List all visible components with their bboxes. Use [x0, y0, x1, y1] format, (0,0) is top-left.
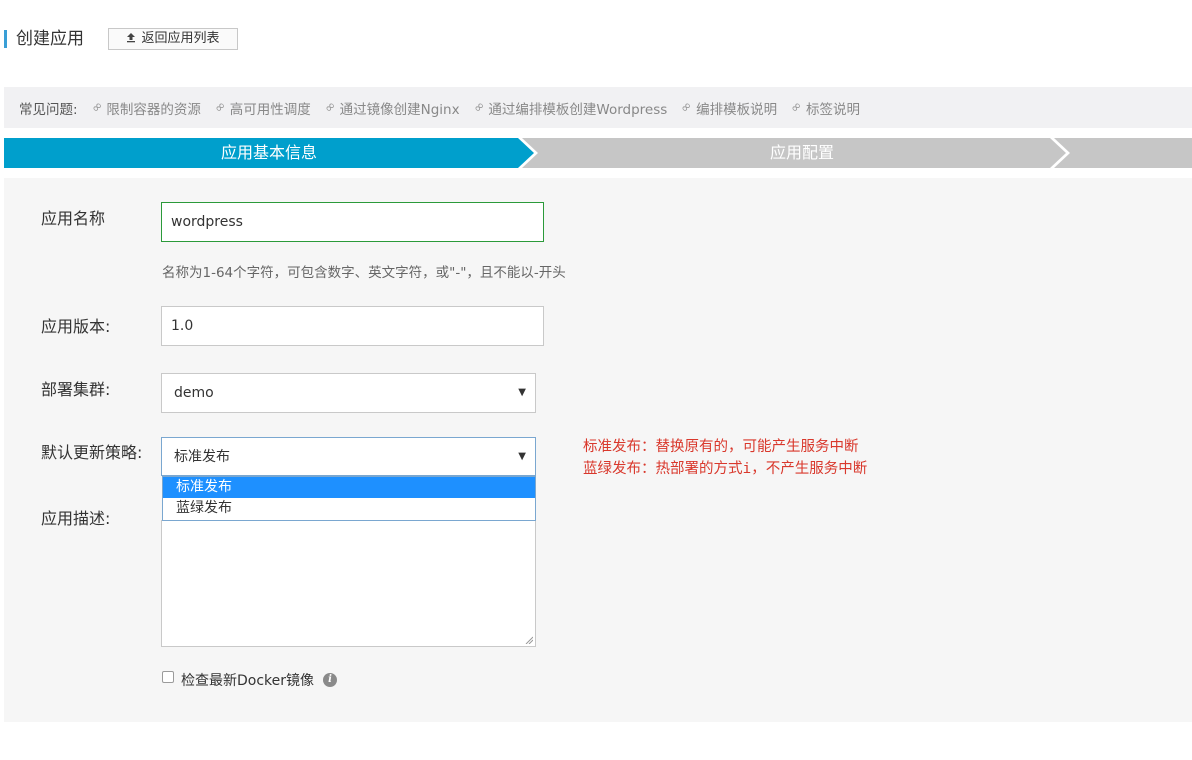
- faq-link-label-docs[interactable]: ∞ 标签说明: [787, 98, 860, 118]
- cluster-select[interactable]: demo ▼: [161, 373, 536, 413]
- faq-label: 常见问题:: [19, 101, 78, 118]
- app-version-input[interactable]: 1.0: [161, 306, 544, 346]
- strategy-note-standard: 标准发布：替换原有的，可能产生服务中断: [583, 439, 859, 455]
- check-latest-image-checkbox[interactable]: [162, 671, 174, 683]
- update-strategy-select[interactable]: 标准发布 ▼: [161, 437, 536, 476]
- faq-link-wordpress-template[interactable]: ∞ 通过编排模板创建Wordpress: [470, 98, 668, 118]
- caret-down-icon: ▼: [518, 387, 526, 398]
- faq-link-label: 高可用性调度: [229, 101, 311, 118]
- back-button-label: 返回应用列表: [141, 31, 220, 46]
- link-icon: ∞: [321, 98, 340, 117]
- update-strategy-value: 标准发布: [174, 449, 230, 465]
- faq-link-label: 编排模板说明: [696, 101, 778, 118]
- cluster-label: 部署集群:: [41, 380, 111, 399]
- faq-link-label: 通过镜像创建Nginx: [339, 101, 460, 118]
- cluster-select-value: demo: [174, 385, 214, 401]
- back-to-app-list-button[interactable]: 返回应用列表: [108, 28, 238, 50]
- link-icon: ∞: [787, 98, 806, 117]
- resize-handle-icon[interactable]: [525, 636, 533, 644]
- app-name-input[interactable]: wordpress: [161, 202, 544, 242]
- step-app-config[interactable]: 应用配置: [538, 138, 1066, 168]
- faq-link-template-docs[interactable]: ∞ 编排模板说明: [677, 98, 778, 118]
- faq-link-nginx-image[interactable]: ∞ 通过镜像创建Nginx: [321, 98, 460, 118]
- strategy-option-standard[interactable]: 标准发布: [163, 477, 535, 498]
- step-inactive-shape-2: [1054, 138, 1192, 168]
- link-icon: ∞: [211, 98, 230, 117]
- faq-link-label: 通过编排模板创建Wordpress: [488, 101, 668, 118]
- update-strategy-dropdown: 标准发布 蓝绿发布: [162, 476, 536, 521]
- app-name-label: 应用名称: [41, 209, 106, 228]
- link-icon: ∞: [469, 98, 489, 117]
- app-version-label: 应用版本:: [41, 317, 111, 336]
- faq-bar: 常见问题: ∞ 限制容器的资源 ∞ 高可用性调度 ∞ 通过镜像创建Nginx ∞…: [4, 87, 1192, 128]
- app-description-textarea[interactable]: [161, 520, 536, 647]
- app-name-hint: 名称为1-64个字符，可包含数字、英文字符，或"-"，且不能以-开头: [162, 265, 566, 281]
- faq-link-label: 标签说明: [806, 101, 860, 118]
- caret-down-icon: ▼: [518, 451, 526, 462]
- step-basic-info[interactable]: 应用基本信息: [4, 138, 534, 168]
- wizard-steps: 应用基本信息 应用配置: [4, 138, 1192, 168]
- info-icon[interactable]: i: [323, 673, 337, 687]
- app-description-label: 应用描述:: [41, 509, 111, 528]
- faq-link-ha-scheduling[interactable]: ∞ 高可用性调度: [211, 98, 311, 118]
- update-strategy-label: 默认更新策略:: [41, 443, 143, 462]
- page-title: 创建应用: [16, 29, 84, 49]
- title-accent-bar: [4, 30, 7, 48]
- upload-arrow-icon: [126, 28, 136, 50]
- faq-link-resource-limit[interactable]: ∞ 限制容器的资源: [88, 98, 201, 118]
- check-latest-image-label[interactable]: 检查最新Docker镜像: [181, 671, 314, 691]
- strategy-option-bluegreen[interactable]: 蓝绿发布: [163, 498, 535, 519]
- faq-link-label: 限制容器的资源: [106, 101, 201, 118]
- strategy-note-bluegreen: 蓝绿发布：热部署的方式i，不产生服务中断: [583, 461, 868, 477]
- link-icon: ∞: [87, 98, 107, 117]
- link-icon: ∞: [677, 98, 696, 117]
